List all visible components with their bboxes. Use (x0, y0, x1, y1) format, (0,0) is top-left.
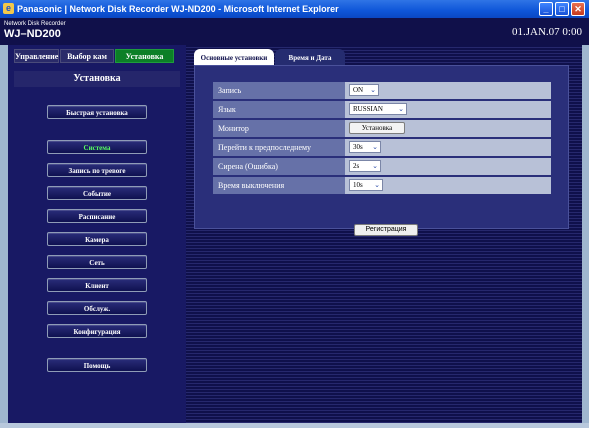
sidebar-item-client[interactable]: Клиент (47, 278, 147, 292)
browser-statusbar (0, 423, 589, 428)
tab-setup[interactable]: Установка (115, 49, 174, 63)
monitor-setup-button[interactable]: Установка (349, 122, 405, 134)
setting-label-shutdown-time: Время выключения (218, 181, 285, 190)
setting-value-language: RUSSIAN ⌄ (345, 101, 551, 118)
sidebar-item-alarm-recording[interactable]: Запись по тревоге (47, 163, 147, 177)
model-label: WJ–ND200 (4, 28, 61, 40)
product-line-label: Network Disk Recorder (4, 21, 66, 27)
siren-select[interactable]: 2s ⌄ (349, 160, 381, 172)
sidebar-item-schedule[interactable]: Расписание (47, 209, 147, 223)
language-select[interactable]: RUSSIAN ⌄ (349, 103, 407, 115)
chevron-down-icon: ⌄ (398, 105, 404, 113)
app-header: Network Disk Recorder WJ–ND200 01.JAN.07… (0, 18, 589, 45)
setting-label-siren: Сирена (Ошибка) (218, 162, 278, 171)
setting-value-siren: 2s ⌄ (345, 158, 551, 175)
siren-select-value: 2s (353, 162, 360, 170)
ie-logo-icon: e (3, 3, 14, 14)
jump-prev-select-value: 30s (353, 143, 363, 151)
chevron-down-icon: ⌄ (374, 181, 380, 189)
setting-label-jump-prev: Перейти к предпоследнему (218, 143, 312, 152)
tab-operation[interactable]: Управление (14, 49, 59, 63)
sidebar: Управление Выбор кам Установка Установка… (8, 45, 186, 423)
chevron-down-icon: ⌄ (370, 86, 376, 94)
jump-prev-select[interactable]: 30s ⌄ (349, 141, 381, 153)
settings-row-recording: Запись ON ⌄ (213, 82, 551, 99)
recording-select[interactable]: ON ⌄ (349, 84, 379, 96)
sidebar-item-configuration[interactable]: Конфигурация (47, 324, 147, 338)
window-title: Panasonic | Network Disk Recorder WJ-ND2… (17, 4, 339, 14)
close-icon[interactable]: ✕ (571, 2, 585, 16)
minimize-icon[interactable]: _ (539, 2, 553, 16)
app-content: Управление Выбор кам Установка Установка… (8, 45, 582, 423)
shutdown-time-select[interactable]: 10s ⌄ (349, 179, 383, 191)
setting-label-language: Язык (218, 105, 236, 114)
settings-row-jump-prev: Перейти к предпоследнему 30s ⌄ (213, 139, 551, 156)
sidebar-item-camera[interactable]: Камера (47, 232, 147, 246)
sidebar-item-quick-setup[interactable]: Быстрая установка (47, 105, 147, 119)
language-select-value: RUSSIAN (353, 105, 383, 113)
register-button[interactable]: Регистрация (354, 224, 418, 236)
setting-value-shutdown-time: 10s ⌄ (345, 177, 551, 194)
chevron-down-icon: ⌄ (372, 162, 378, 170)
browser-window: e Panasonic | Network Disk Recorder WJ-N… (0, 0, 589, 428)
sidebar-item-help[interactable]: Помощь (47, 358, 147, 372)
basic-settings-panel: Запись ON ⌄ Язык RUSSIAN ⌄ Монитор Устан… (194, 65, 569, 236)
recording-select-value: ON (353, 86, 364, 94)
sidebar-item-event[interactable]: Событие (47, 186, 147, 200)
setting-label-recording: Запись (218, 86, 242, 95)
settings-row-monitor: Монитор Установка (213, 120, 551, 137)
chevron-down-icon: ⌄ (372, 143, 378, 151)
shutdown-time-select-value: 10s (353, 181, 363, 189)
datetime-display: 01.JAN.07 0:00 (512, 26, 582, 38)
setting-value-monitor: Установка (345, 120, 551, 137)
sidebar-item-system[interactable]: Система (47, 140, 147, 154)
restore-icon[interactable]: □ (555, 2, 569, 16)
settings-row-siren: Сирена (Ошибка) 2s ⌄ (213, 158, 551, 175)
setting-label-monitor: Монитор (218, 124, 249, 133)
setting-value-recording: ON ⌄ (345, 82, 551, 99)
sidebar-item-network[interactable]: Сеть (47, 255, 147, 269)
sidebar-item-maintenance[interactable]: Обслуж. (47, 301, 147, 315)
sidebar-title: Установка (14, 71, 180, 87)
window-titlebar: e Panasonic | Network Disk Recorder WJ-N… (0, 0, 589, 18)
settings-row-language: Язык RUSSIAN ⌄ (213, 101, 551, 118)
settings-main-area: Основные установки Время и Дата Запись O… (186, 45, 582, 423)
setting-value-jump-prev: 30s ⌄ (345, 139, 551, 156)
tab-camera-select[interactable]: Выбор кам (60, 49, 114, 63)
settings-row-shutdown-time: Время выключения 10s ⌄ (213, 177, 551, 194)
